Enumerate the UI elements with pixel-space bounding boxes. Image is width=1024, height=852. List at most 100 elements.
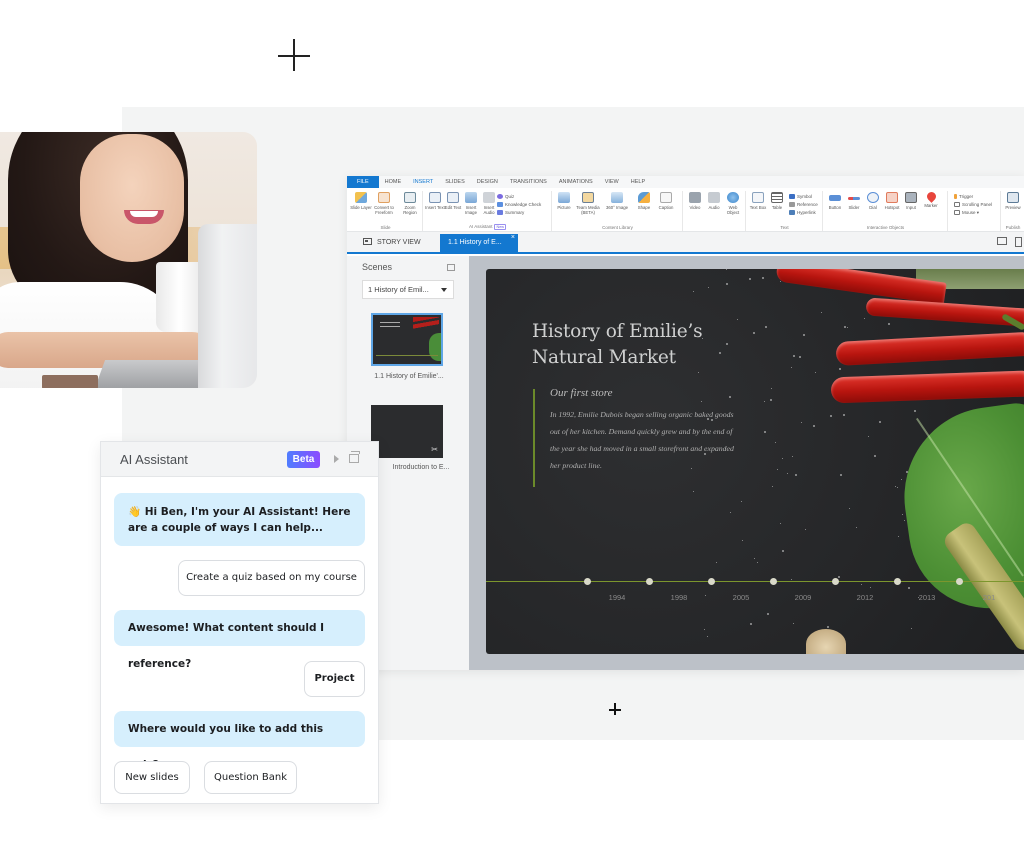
caption-button[interactable]: Caption [655,191,677,210]
web-object-button[interactable]: Web Object [722,191,744,215]
team-media-button[interactable]: Team Media (BETA) [575,191,601,215]
tab-active-slide[interactable]: 1.1 History of E... × [440,234,518,254]
user-message[interactable]: Create a quiz based on my course [178,560,365,596]
portrait-view-icon[interactable] [1015,237,1022,247]
new-badge: New [494,224,507,230]
slide-thumbnail-label: 1.1 History of Emilie'... [374,373,444,380]
scrolling-panel-button[interactable]: Scrolling Panel [954,201,992,209]
knowledge-check-icon [497,202,503,208]
picture-button[interactable]: Picture [553,191,575,210]
timeline-dot[interactable] [832,578,839,585]
salt-speckle [763,401,765,403]
knowledge-check-button[interactable]: Knowledge Check [497,201,541,209]
menu-slides[interactable]: SLIDES [439,176,471,188]
menu-home[interactable]: HOME [379,176,408,188]
360-image-button[interactable]: 360° Image [603,191,631,210]
convert-freeform-button[interactable]: Convert to Freeform [373,191,395,215]
timeline-year: 1998 [670,593,688,602]
salt-speckle [913,410,916,413]
quiz-button[interactable]: Quiz [497,193,514,201]
trigger-button[interactable]: Trigger [954,193,973,201]
slide-group-label: Slide [380,225,391,230]
button-label: Button [828,205,842,210]
close-tab-icon[interactable]: × [511,229,515,247]
play-icon[interactable] [334,455,339,463]
salt-speckle [702,337,704,339]
tab-story-view-label: STORY VIEW [377,239,421,246]
slide-layer-button[interactable]: Slide Layer [350,191,372,210]
salt-speckle [860,583,862,585]
hyperlink-icon [789,210,795,216]
menu-help[interactable]: HELP [625,176,651,188]
marker-label: Marker [924,203,938,208]
slide-stage[interactable]: History of Emilie’s Natural Market Our f… [486,269,1024,654]
insert-audio-icon [483,192,495,203]
zoom-region-button[interactable]: Zoom Region [399,191,421,215]
new-slides-option-button[interactable]: New slides [114,761,190,794]
menu-transitions[interactable]: TRANSITIONS [504,176,553,188]
insert-image-icon [465,192,477,203]
hyperlink-button[interactable]: Hyperlink [789,209,816,217]
assistant-message: Where would you like to add this quiz? [114,711,365,771]
input-button[interactable]: Input [900,191,922,210]
photo-phone [42,375,98,388]
menu-animations[interactable]: ANIMATIONS [553,176,599,188]
landscape-view-icon[interactable] [997,237,1007,245]
menu-design[interactable]: DESIGN [471,176,504,188]
scene-dropdown[interactable]: 1 History of Emil... [362,280,454,299]
timeline-dot[interactable] [770,578,777,585]
timeline-dot[interactable] [956,578,963,585]
timeline-dot[interactable] [894,578,901,585]
salt-speckle [707,286,709,288]
hotspot-label: Hotspot [884,205,900,210]
slide-thumbnail[interactable]: ✂ [371,405,443,458]
360-image-label: 360° Image [605,205,629,210]
salt-speckle [901,513,903,515]
salt-speckle [782,457,784,459]
reference-button[interactable]: Reference [789,201,818,209]
ai-group-label: AI Assistant New [424,224,551,230]
salt-speckle [779,280,781,282]
salt-speckle [842,413,845,416]
salt-speckle [792,622,794,624]
text-box-icon [752,192,764,203]
menu-insert[interactable]: INSERT [407,176,439,188]
tab-story-view[interactable]: STORY VIEW [355,234,429,252]
salt-speckle [897,536,899,538]
preview-button[interactable]: Preview [1002,191,1024,210]
salt-speckle [776,468,778,470]
input-icon [905,192,917,203]
salt-speckle [839,368,842,371]
menu-file[interactable]: FILE [347,176,379,188]
mouse-icon [954,210,960,216]
timeline-dot[interactable] [584,578,591,585]
convert-freeform-icon [378,192,390,203]
timeline-dot[interactable] [646,578,653,585]
popout-icon[interactable] [447,264,455,271]
caption-label: Caption [658,205,674,210]
symbol-button[interactable]: Symbol [789,193,812,201]
slide-title: History of Emilie’s Natural Market [532,319,703,371]
shape-button[interactable]: Shape [633,191,655,210]
plus-decoration-icon [609,703,623,717]
menu-view[interactable]: VIEW [599,176,625,188]
salt-speckle [763,431,766,434]
slide-thumbnail[interactable] [371,313,443,366]
timeline-dot[interactable] [708,578,715,585]
popout-icon[interactable] [349,451,360,463]
summary-button[interactable]: Summary [497,209,524,217]
user-message[interactable]: Project [304,661,365,697]
salt-speckle [704,628,706,630]
table-button[interactable]: Table [766,191,788,210]
marker-button[interactable]: Marker [920,190,942,208]
ribbon-group-ai-assistant: Insert Text Edit Text Insert Image Inser… [424,191,552,231]
scrolling-panel-label: Scrolling Panel [962,202,993,207]
salt-speckle [839,474,842,477]
ribbon-group-publish: Preview Publish [1002,191,1024,231]
mouse-button[interactable]: Mouse ▾ [954,209,979,217]
garlic-clove [806,629,846,654]
question-bank-option-button[interactable]: Question Bank [204,761,297,794]
salt-speckle [754,558,756,560]
web-object-label: Web Object [726,205,740,215]
menu-bar: FILE HOME INSERT SLIDES DESIGN TRANSITIO… [347,176,1024,188]
